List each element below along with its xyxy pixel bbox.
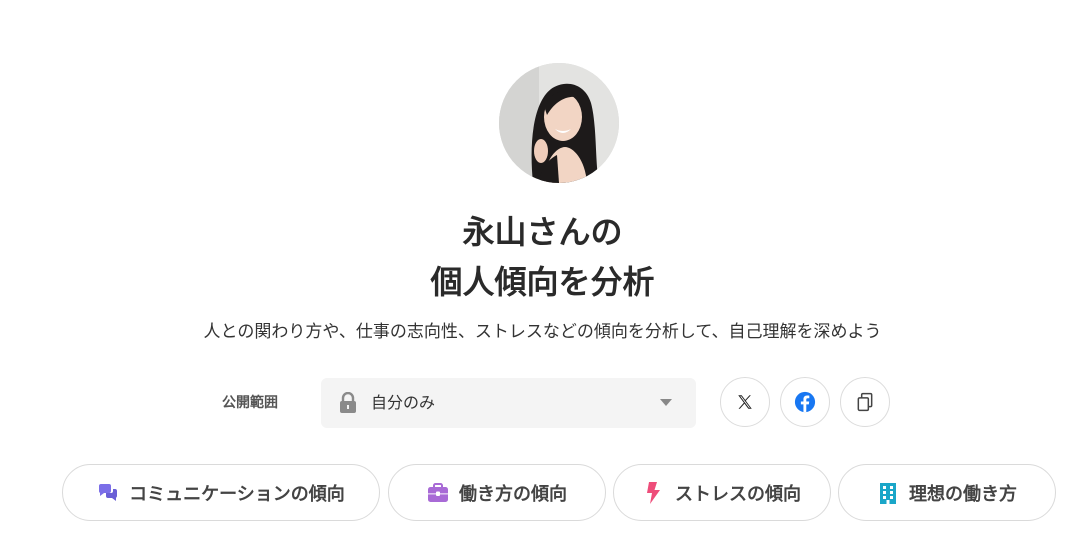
avatar-photo: [499, 63, 619, 183]
category-tab-stress[interactable]: ストレスの傾向: [613, 464, 831, 521]
chevron-down-icon: [660, 399, 672, 406]
speech-bubbles-icon: [97, 482, 119, 504]
category-label-stress: ストレスの傾向: [675, 483, 801, 505]
category-label-ideal-work: 理想の働き方: [909, 483, 1017, 505]
building-icon: [877, 482, 899, 504]
facebook-icon: [794, 391, 816, 413]
share-x-button[interactable]: [720, 377, 770, 427]
copy-icon: [857, 392, 873, 412]
share-facebook-button[interactable]: [780, 377, 830, 427]
category-label-communication: コミュニケーションの傾向: [129, 483, 345, 505]
avatar: [499, 63, 619, 183]
page-subtitle: 人との関わり方や、仕事の志向性、ストレスなどの傾向を分析して、自己理解を深めよう: [203, 322, 882, 342]
x-logo-icon: [738, 395, 752, 409]
page-title-line2: 個人傾向を分析: [430, 263, 655, 301]
visibility-label: 公開範囲: [222, 395, 278, 411]
profile-analysis-page: 永山さんの 個人傾向を分析 人との関わり方や、仕事の志向性、ストレスなどの傾向を…: [0, 0, 1085, 557]
visibility-selected-value: 自分のみ: [371, 393, 436, 412]
lightning-icon: [643, 481, 665, 504]
visibility-select[interactable]: 自分のみ: [321, 378, 696, 428]
page-title-line1: 永山さんの: [462, 213, 623, 251]
category-label-workstyle: 働き方の傾向: [459, 483, 567, 505]
lock-icon: [340, 392, 356, 413]
category-tab-workstyle[interactable]: 働き方の傾向: [388, 464, 606, 521]
briefcase-icon: [427, 482, 449, 504]
copy-link-button[interactable]: [840, 377, 890, 427]
category-tab-communication[interactable]: コミュニケーションの傾向: [62, 464, 380, 521]
category-tab-ideal-work[interactable]: 理想の働き方: [838, 464, 1056, 521]
